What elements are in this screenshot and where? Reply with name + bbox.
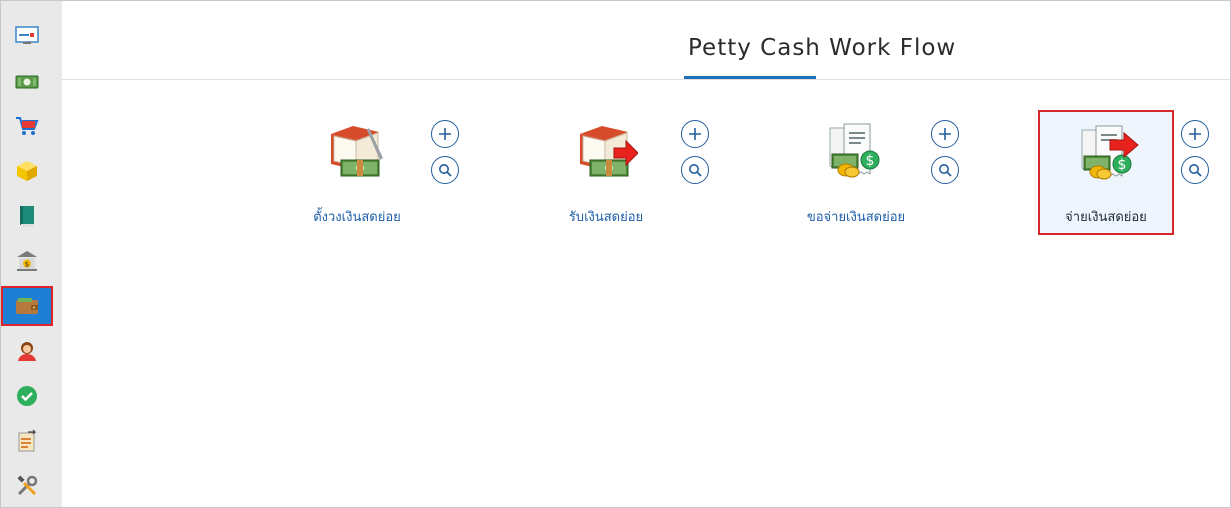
sidebar-item-inventory[interactable] [1,151,53,191]
svg-text:$: $ [25,261,29,269]
sidebar-item-cart[interactable] [1,106,53,146]
search-icon [1189,164,1202,177]
search-icon [939,164,952,177]
sidebar-item-petty-cash[interactable] [1,286,53,326]
svg-text:$: $ [866,153,875,169]
search-icon [689,164,702,177]
workflow-card-receive[interactable]: รับเงินสดย่อย [538,110,674,235]
sidebar-item-ledger[interactable] [1,196,53,236]
sidebar-item-documents[interactable] [1,421,53,461]
add-request-button[interactable] [931,120,959,148]
search-request-button[interactable] [931,156,959,184]
bank-icon: $ [17,251,37,271]
money-icon [15,75,39,89]
book-money-arrow-icon [580,126,638,177]
add-receive-button[interactable] [681,120,709,148]
workflow-card-request[interactable]: $ ขอจ่ายเงินสดย่อย [788,110,924,235]
title-underline [684,76,816,79]
workflow-card-setup[interactable]: ตั้งวงเงินสดย่อย [289,110,425,235]
sidebar-item-approve[interactable] [1,376,53,416]
dashboard-icon [15,26,39,44]
add-setup-button[interactable] [431,120,459,148]
user-icon [18,342,36,361]
page-header: Petty Cash Work Flow [62,1,1230,80]
workflow-card-pay[interactable]: $ จ่ายเงินสดย่อย [1038,110,1174,235]
sidebar-item-settings[interactable] [1,466,53,506]
add-pay-button[interactable] [1181,120,1209,148]
card-label: ขอจ่ายเงินสดย่อย [806,210,906,225]
plus-icon [689,128,701,140]
search-receive-button[interactable] [681,156,709,184]
plus-icon [939,128,951,140]
search-pay-button[interactable] [1181,156,1209,184]
book-money-pen-icon [331,126,383,177]
book-icon [20,206,34,227]
check-icon [17,386,37,406]
sidebar-item-money[interactable] [1,62,53,102]
sidebar: $ [1,1,62,507]
card-label: รับเงินสดย่อย [568,210,644,225]
page-title: Petty Cash Work Flow [688,35,957,61]
plus-icon [1189,128,1201,140]
cart-icon [16,117,39,135]
sidebar-item-bank[interactable]: $ [1,241,53,281]
search-setup-button[interactable] [431,156,459,184]
search-icon [439,164,452,177]
box-icon [17,161,37,181]
wallet-icon [16,298,38,314]
document-transfer-icon [18,429,37,452]
card-label: จ่ายเงินสดย่อย [1065,210,1147,225]
card-label: ตั้งวงเงินสดย่อย [313,210,401,225]
documents-money-icon: $ [829,123,880,178]
plus-icon [439,128,451,140]
sidebar-item-dashboard[interactable] [1,15,53,55]
sidebar-item-hr[interactable] [1,331,53,371]
tools-icon [17,475,38,496]
svg-text:$: $ [1118,157,1127,173]
documents-money-arrow-icon: $ [1081,125,1139,180]
